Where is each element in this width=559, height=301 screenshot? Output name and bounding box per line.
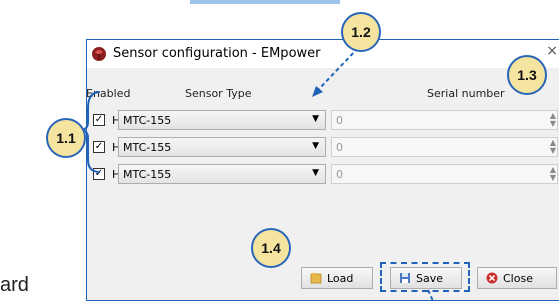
callout-1-3: 1.3: [507, 55, 547, 95]
arrow-head-1-2: [312, 86, 323, 97]
callout-1-2: 1.2: [341, 12, 381, 52]
callout-1-4: 1.4: [251, 228, 291, 268]
save-highlight-box: [380, 262, 470, 292]
arrow-1-2: [317, 47, 359, 91]
callout-1-1: 1.1: [46, 118, 86, 158]
